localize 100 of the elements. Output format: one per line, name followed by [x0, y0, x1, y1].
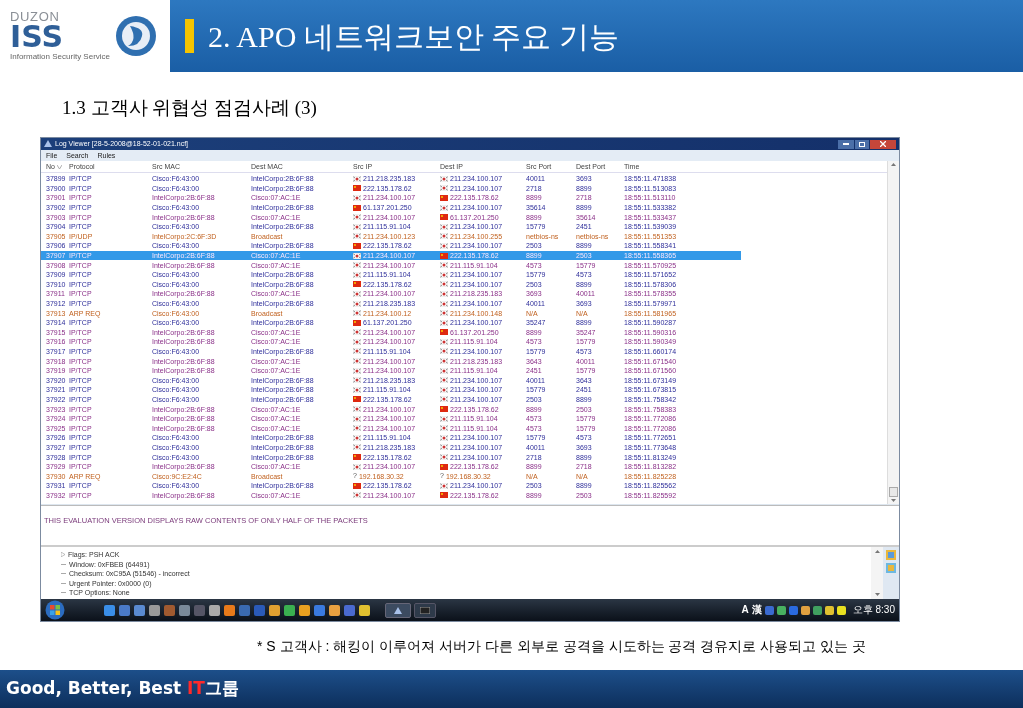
flag-icon — [440, 195, 448, 201]
flag-icon — [440, 185, 448, 192]
sort-icon — [56, 164, 62, 169]
flag-icon — [440, 310, 448, 317]
slide-subtitle: 1.3 고객사 위협성 점검사례 (3) — [62, 96, 317, 121]
flag-icon — [440, 233, 448, 240]
flag-icon — [353, 338, 361, 345]
flag-icon — [353, 204, 361, 211]
tray-button[interactable]: A — [741, 604, 749, 616]
console-icon — [420, 606, 430, 614]
taskbar-icon[interactable] — [149, 604, 160, 616]
scroll-thumb[interactable] — [889, 487, 898, 497]
flag-icon — [440, 242, 448, 249]
taskbar-icon[interactable] — [104, 604, 115, 616]
flag-icon — [353, 463, 361, 470]
footer-slogan: Good, Better, Best IT그룹 — [6, 677, 239, 701]
tray-button[interactable]: 漢 — [751, 604, 762, 616]
taskbar-icon[interactable] — [134, 604, 145, 616]
flag-icon — [440, 319, 448, 326]
flag-icon — [440, 338, 448, 345]
slide-title: 2. APO 네트워크보안 주요 기능 — [208, 18, 619, 55]
flag-icon — [440, 425, 448, 432]
taskbar-window-button[interactable] — [385, 602, 411, 618]
logo-tagline: Information Security Service — [10, 50, 111, 63]
flag-icon — [353, 281, 361, 288]
logo-wordmark: ISS — [10, 22, 65, 51]
taskbar-icon[interactable] — [359, 604, 370, 616]
taskbar-icon[interactable] — [269, 604, 280, 616]
caption: * S 고객사 : 해킹이 이루어져 서버가 다른 외부로 공격을 시도하는 공격 경유지로 사용되고 있는 곳 — [257, 636, 866, 656]
minimize-button[interactable] — [838, 139, 854, 149]
scroll-up-icon — [874, 550, 880, 553]
flag-icon — [353, 185, 361, 192]
flag-icon — [440, 204, 448, 211]
flag-icon — [440, 463, 448, 470]
flag-icon — [353, 214, 361, 221]
flag-icon — [440, 252, 448, 259]
flag-icon — [353, 242, 361, 249]
flag-icon — [353, 444, 361, 451]
flag-icon — [353, 367, 361, 374]
scroll-down-icon — [874, 593, 880, 596]
flag-icon — [440, 329, 448, 336]
taskbar-icon[interactable] — [209, 604, 220, 616]
flag-icon — [440, 281, 448, 288]
maximize-button[interactable] — [855, 139, 869, 149]
flag-icon — [440, 358, 448, 365]
flag-icon — [440, 396, 448, 403]
maximize-icon — [859, 141, 865, 147]
flag-icon — [353, 319, 361, 326]
flag-icon — [440, 367, 448, 374]
accent-bar — [185, 19, 194, 53]
flag-icon — [353, 290, 361, 297]
taskbar-icon[interactable] — [224, 604, 235, 616]
flag-icon — [353, 454, 361, 460]
logo-brand: DUZON — [10, 9, 61, 23]
flag-icon — [440, 223, 448, 230]
flag-icon — [353, 329, 361, 336]
clock[interactable]: 오후 8:30 — [852, 604, 895, 616]
scroll-up-icon — [891, 163, 896, 166]
flag-icon — [440, 482, 448, 489]
flag-icon — [353, 195, 361, 201]
flag-icon — [353, 175, 361, 182]
flag-icon — [353, 223, 361, 230]
flag-icon — [440, 175, 448, 182]
taskbar-icon[interactable] — [179, 604, 190, 616]
taskbar-icon[interactable] — [284, 604, 295, 616]
flag-icon — [353, 406, 361, 413]
taskbar-icon[interactable] — [329, 604, 340, 616]
app-icon — [394, 606, 402, 614]
flag-icon — [440, 434, 448, 441]
flag-icon — [440, 262, 448, 269]
flag-icon — [353, 310, 361, 317]
close-icon — [880, 141, 886, 147]
detail-scrollbar[interactable] — [871, 547, 883, 599]
app-icon — [44, 140, 52, 148]
flag-icon — [353, 262, 361, 269]
flag-icon — [353, 252, 361, 259]
logo-icon — [114, 14, 159, 58]
flag-icon — [440, 271, 448, 278]
flag-icon — [440, 444, 448, 451]
flag-icon — [353, 415, 361, 422]
flag-icon — [440, 348, 448, 355]
flag-icon — [353, 377, 361, 384]
flag-icon — [440, 406, 448, 413]
flag-icon — [440, 454, 448, 460]
taskbar-icon[interactable] — [299, 604, 310, 616]
flag-icon — [353, 386, 361, 393]
flag-icon — [353, 358, 361, 365]
flag-icon — [440, 290, 448, 297]
flag-icon — [440, 386, 448, 393]
flag-icon — [353, 425, 361, 432]
taskbar-icon[interactable] — [119, 604, 130, 616]
scrollbar[interactable] — [887, 161, 899, 504]
flag-icon — [353, 434, 361, 441]
start-button[interactable] — [45, 600, 65, 620]
close-button[interactable] — [870, 139, 896, 149]
minimize-icon — [843, 143, 849, 145]
taskbar-icon[interactable] — [314, 604, 325, 616]
flag-icon — [353, 233, 361, 240]
flag-icon — [353, 396, 361, 403]
flag-icon — [440, 415, 448, 422]
